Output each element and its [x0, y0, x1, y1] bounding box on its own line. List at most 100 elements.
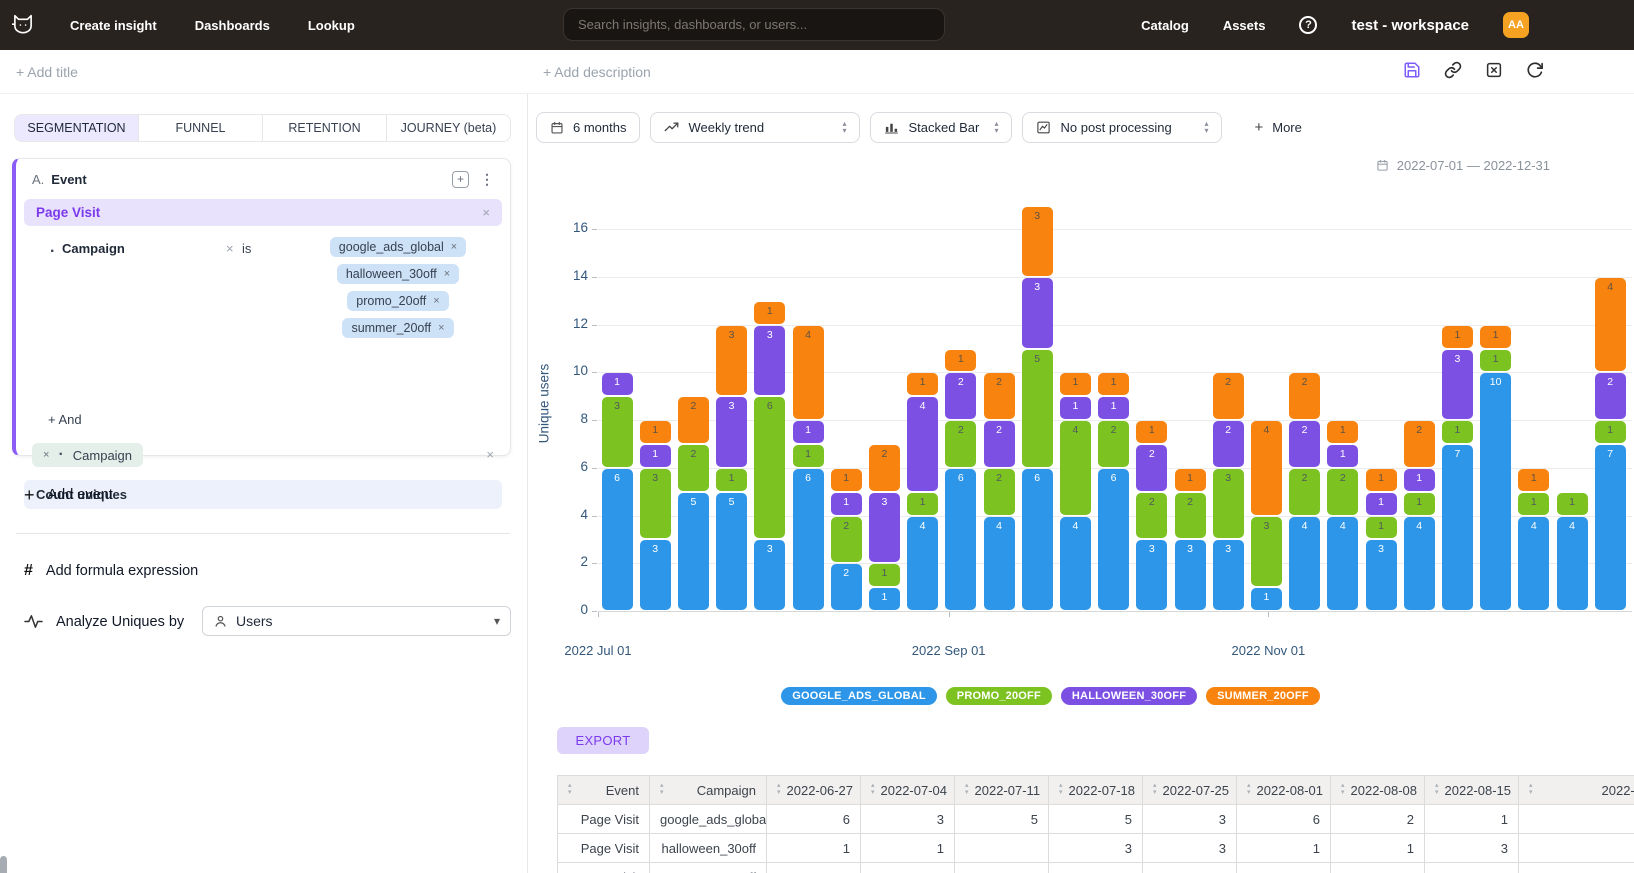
add-formula-button[interactable]: # Add formula expression: [24, 562, 198, 580]
nav-menu-left: Create insight Dashboards Lookup: [70, 18, 355, 33]
column-header-2022-07-25[interactable]: ▴▾2022-07-25: [1143, 776, 1237, 805]
filter-value-tag[interactable]: summer_20off×: [342, 318, 453, 338]
bar-segment-promo-20off: [831, 517, 862, 563]
export-button[interactable]: EXPORT: [557, 727, 649, 754]
bar-segment-promo-20off: [1251, 517, 1282, 587]
avatar[interactable]: AA: [1503, 12, 1529, 38]
column-header-2022-07-11[interactable]: ▴▾ 2022-07-11: [955, 776, 1049, 805]
bar-segment-halloween-30off: [1213, 421, 1244, 467]
sort-icon: ▴▾: [1341, 783, 1345, 796]
add-description-button[interactable]: + Add description: [543, 64, 651, 80]
column-header-campaign[interactable]: ▴▾Campaign: [650, 776, 767, 805]
help-icon[interactable]: ?: [1299, 16, 1317, 34]
bar-segment-google-ads-global: [1442, 445, 1473, 610]
bar-segment-google-ads-global: [1404, 517, 1435, 610]
remove-event-icon[interactable]: ×: [482, 205, 490, 220]
event-options-kebab-icon[interactable]: ⋮: [476, 171, 498, 188]
remove-tag-icon[interactable]: ×: [438, 322, 444, 334]
refresh-icon[interactable]: [1526, 61, 1544, 79]
bar-segment-promo-20off: [1327, 469, 1358, 515]
tab-funnel[interactable]: FUNNEL: [139, 115, 263, 141]
sort-icon: ▴▾: [965, 783, 969, 796]
chevron-down-icon: ▾: [494, 614, 500, 628]
scrollbar-thumb[interactable]: [0, 856, 7, 873]
column-header-label: 2022-07-04: [881, 783, 948, 798]
sort-icon: ▴▾: [871, 783, 875, 796]
nav-item-lookup[interactable]: Lookup: [308, 18, 355, 33]
legend-item-promo-20off[interactable]: PROMO_20OFF: [946, 687, 1052, 705]
table-cell: 2: [955, 863, 1049, 873]
analyze-entity-select[interactable]: Users ▾: [202, 606, 511, 636]
column-header-2022-08-08[interactable]: ▴▾2022-08-08: [1331, 776, 1425, 805]
filter-operator[interactable]: is: [242, 241, 251, 256]
bar-segment-halloween-30off: [1595, 373, 1626, 419]
event-card: A. Event + ⋮ Page Visit × · Campaign × i…: [12, 158, 511, 456]
filter-value-tag[interactable]: promo_20off×: [347, 291, 448, 311]
table-cell: [955, 834, 1049, 863]
bar-segment-google-ads-global: [1136, 540, 1167, 610]
filter-value-tag[interactable]: halloween_30off×: [337, 264, 459, 284]
bar-segment-halloween-30off: [1136, 445, 1167, 491]
filter-property[interactable]: Campaign: [62, 241, 125, 256]
bar-segment-google-ads-global: [1251, 588, 1282, 610]
remove-tag-icon[interactable]: ×: [433, 295, 439, 307]
bar-segment-summer-20off: [1366, 469, 1397, 491]
table-cell: 5: [955, 805, 1049, 834]
tab-segmentation[interactable]: SEGMENTATION: [15, 115, 139, 141]
bar-segment-halloween-30off: [945, 373, 976, 419]
link-icon[interactable]: [1444, 61, 1462, 79]
clear-group-by-icon[interactable]: ×: [486, 447, 494, 462]
add-and-condition[interactable]: + And: [48, 412, 82, 427]
legend-item-summer-20off[interactable]: SUMMER_20OFF: [1206, 687, 1320, 705]
bar-segment-promo-20off: [1557, 493, 1588, 515]
column-header-2022-08-15[interactable]: ▴▾2022-08-15: [1425, 776, 1519, 805]
close-square-icon[interactable]: [1485, 61, 1503, 79]
nav-item-dashboards[interactable]: Dashboards: [195, 18, 270, 33]
legend-item-google-ads-global[interactable]: GOOGLE_ADS_GLOBAL: [781, 687, 937, 705]
remove-filter-icon[interactable]: ×: [226, 241, 234, 256]
table-cell: 4: [1519, 805, 1634, 834]
nav-item-assets[interactable]: Assets: [1223, 18, 1266, 33]
table-cell: 4: [1519, 834, 1634, 863]
workspace-name[interactable]: test - workspace: [1351, 17, 1469, 34]
group-by-row: × · Campaign ×: [32, 443, 498, 467]
filter-bullet: ·: [50, 243, 55, 261]
column-header-2022-07-04[interactable]: ▴▾ 2022-07-04: [861, 776, 955, 805]
bar-segment-halloween-30off: [716, 397, 747, 467]
group-by-chip[interactable]: × · Campaign: [32, 443, 143, 467]
table-cell: google_ads_global: [650, 805, 767, 834]
bar-segment-google-ads-global: [1518, 517, 1549, 610]
y-tick-label: 10: [548, 363, 588, 378]
title-bar: + Add title + Add description: [0, 50, 1634, 94]
remove-tag-icon[interactable]: ×: [451, 241, 457, 253]
add-event-button[interactable]: + Add event: [24, 486, 113, 504]
bar-segment-promo-20off: [678, 445, 709, 491]
column-header-2022-08-22[interactable]: ▴▾2022-08-22: [1519, 776, 1634, 805]
bar-segment-summer-20off: [907, 373, 938, 395]
bar-segment-promo-20off: [602, 397, 633, 467]
nav-item-catalog[interactable]: Catalog: [1141, 18, 1189, 33]
column-header-2022-06-27[interactable]: ▴▾2022-06-27: [767, 776, 861, 805]
remove-tag-icon[interactable]: ×: [444, 268, 450, 280]
column-header-event[interactable]: ▴▾Event: [558, 776, 650, 805]
save-icon[interactable]: [1403, 61, 1421, 79]
legend-item-halloween-30off[interactable]: HALLOWEEN_30OFF: [1061, 687, 1197, 705]
remove-group-by-icon[interactable]: ×: [43, 449, 49, 461]
tab-journey-beta[interactable]: JOURNEY (beta): [387, 115, 510, 141]
add-event-label: Add event: [48, 487, 113, 503]
table-cell: 6: [767, 805, 861, 834]
duplicate-event-icon[interactable]: +: [452, 171, 469, 188]
add-title-button[interactable]: + Add title: [16, 64, 78, 80]
search-input[interactable]: [563, 8, 945, 41]
column-header-2022-07-18[interactable]: ▴▾2022-07-18: [1049, 776, 1143, 805]
panel-divider: [16, 533, 510, 534]
cat-logo-icon[interactable]: [10, 12, 36, 38]
nav-item-create-insight[interactable]: Create insight: [70, 18, 157, 33]
tab-retention[interactable]: RETENTION: [263, 115, 387, 141]
column-header-2022-08-01[interactable]: ▴▾2022-08-01: [1237, 776, 1331, 805]
column-header-label: 2022-07-11: [975, 783, 1041, 798]
filter-value-tag[interactable]: google_ads_global×: [330, 237, 466, 257]
y-tick-label: 14: [548, 268, 588, 283]
bar-segment-google-ads-global: [945, 469, 976, 610]
event-selector[interactable]: Page Visit ×: [24, 199, 502, 226]
